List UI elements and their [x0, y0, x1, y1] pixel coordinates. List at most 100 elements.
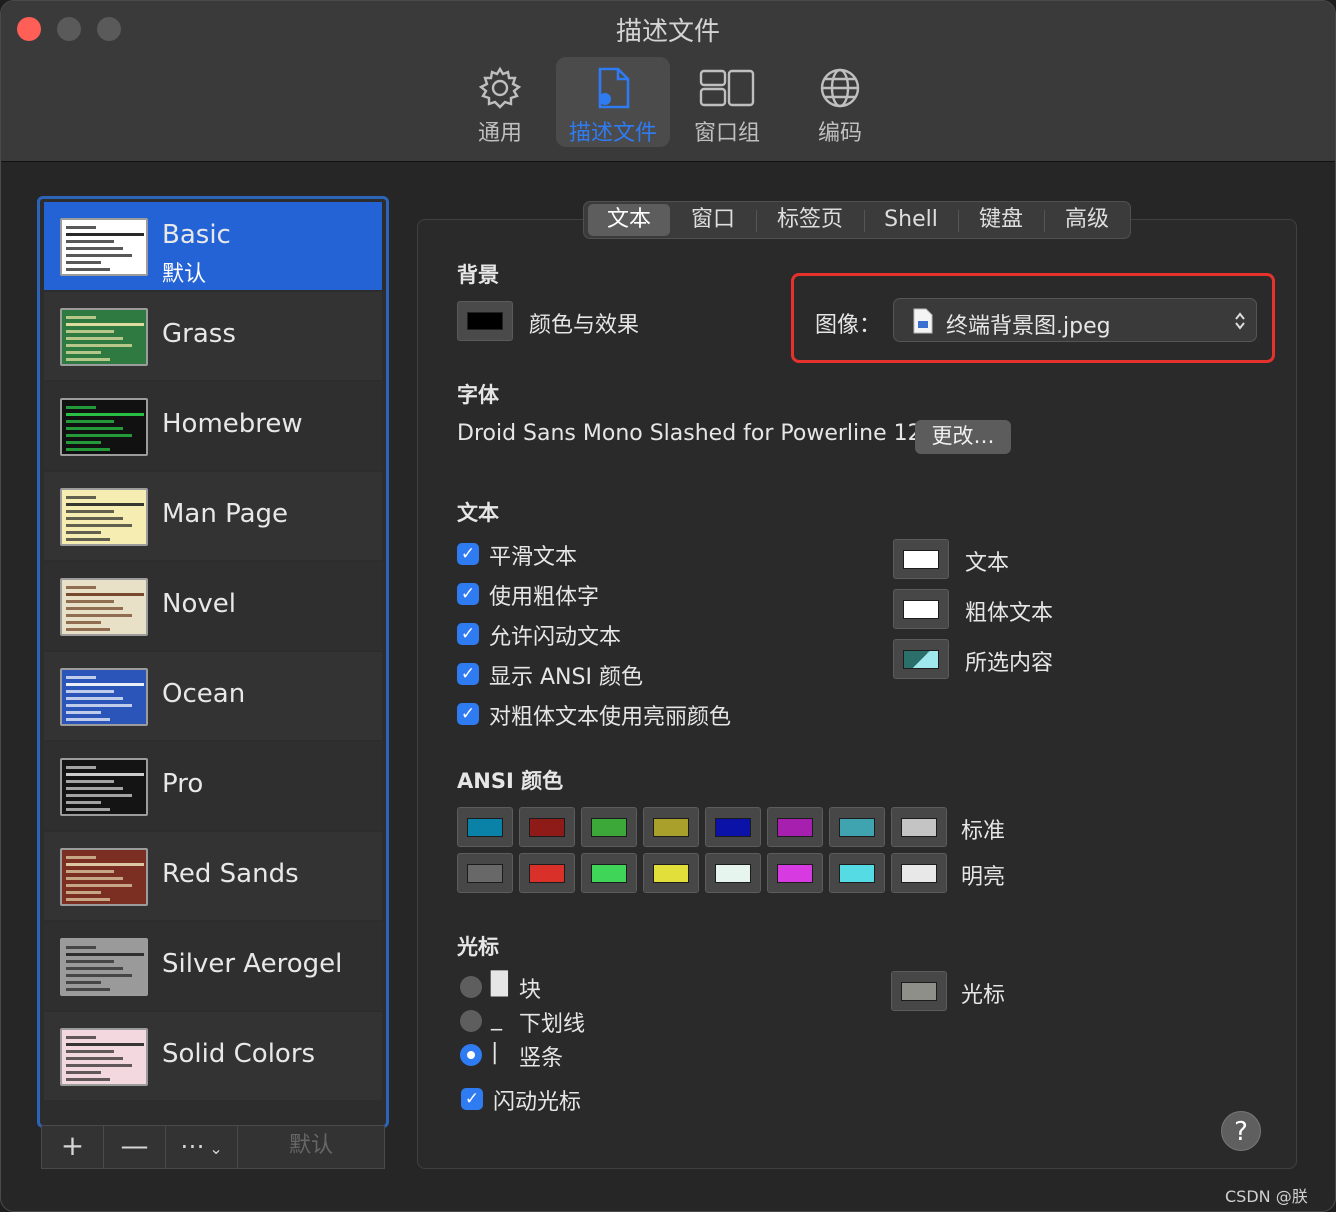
cursor-style-radio[interactable] — [460, 976, 482, 998]
ansi-color-fill — [467, 864, 503, 883]
thumbnail-line — [66, 344, 132, 347]
ansi-normal-swatch[interactable] — [767, 807, 823, 847]
thumbnail-line — [66, 233, 144, 236]
thumbnail-line — [66, 981, 101, 984]
help-button[interactable]: ? — [1221, 1111, 1261, 1151]
thumbnail-line — [66, 1057, 123, 1060]
thumbnail-line — [66, 628, 110, 631]
text-option-checkbox[interactable]: ✓ — [457, 703, 479, 725]
cursor-style-label: 下划线 — [519, 1012, 586, 1037]
thumbnail-line — [66, 704, 132, 707]
ansi-bright-swatch[interactable] — [767, 853, 823, 893]
ansi-bright-swatch[interactable] — [519, 853, 575, 893]
tab-advanced[interactable]: 高级 — [1046, 204, 1128, 236]
ansi-normal-swatch[interactable] — [457, 807, 513, 847]
thumbnail-line — [66, 330, 114, 333]
thumbnail-line — [66, 946, 96, 949]
profile-item[interactable]: Red Sands — [44, 832, 382, 920]
profile-item[interactable]: Solid Colors — [44, 1012, 382, 1100]
thumbnail-line — [66, 877, 123, 880]
text-option-checkbox[interactable]: ✓ — [457, 623, 479, 645]
tab-text[interactable]: 文本 — [588, 204, 670, 236]
tab-separator — [1044, 210, 1045, 232]
ansi-normal-swatch[interactable] — [891, 807, 947, 847]
ansi-heading: ANSI 颜色 — [457, 769, 564, 793]
set-default-button[interactable]: 默认 — [238, 1126, 384, 1168]
window-title: 描述文件 — [615, 17, 720, 47]
ansi-color-fill — [777, 818, 813, 837]
remove-profile-button[interactable]: — — [104, 1126, 166, 1168]
thumbnail-line — [66, 697, 123, 700]
tab-separator — [958, 210, 959, 232]
profile-list[interactable]: Basic 默认 Grass Homebrew Man Page Novel Ocean Pr… — [37, 196, 389, 1128]
toolbar-window-groups[interactable]: 窗口组 — [670, 57, 784, 147]
ansi-bright-swatch[interactable] — [705, 853, 761, 893]
ansi-bright-swatch[interactable] — [829, 853, 885, 893]
profile-item[interactable]: Man Page — [44, 472, 382, 560]
more-actions-button[interactable]: ⋯ ⌄ — [166, 1126, 238, 1168]
ansi-bright-label: 明亮 — [961, 865, 1006, 890]
text-option-checkbox[interactable]: ✓ — [457, 583, 479, 605]
profile-thumbnail — [60, 308, 148, 366]
ansi-bright-swatch[interactable] — [581, 853, 637, 893]
thumbnail-line — [66, 690, 114, 693]
tab-shell[interactable]: Shell — [866, 204, 956, 236]
change-font-button[interactable]: 更改… — [915, 420, 1011, 454]
add-profile-button[interactable]: + — [42, 1126, 104, 1168]
profile-item[interactable]: Homebrew — [44, 382, 382, 470]
ansi-normal-swatch[interactable] — [643, 807, 699, 847]
ansi-bright-swatch[interactable] — [643, 853, 699, 893]
text-option-label: 显示 ANSI 颜色 — [489, 665, 643, 690]
cursor-style-radio[interactable] — [460, 1010, 482, 1032]
profile-item[interactable]: Silver Aerogel — [44, 922, 382, 1010]
profile-doc-icon — [598, 67, 630, 109]
tab-tabs[interactable]: 标签页 — [758, 204, 862, 236]
thumbnail-line — [66, 1078, 110, 1081]
text-color-well[interactable] — [893, 639, 949, 679]
cursor-color-label: 光标 — [961, 983, 1006, 1008]
image-file-icon — [913, 308, 933, 334]
text-option-checkbox[interactable]: ✓ — [457, 663, 479, 685]
cursor-heading: 光标 — [457, 935, 499, 959]
profile-item[interactable]: Basic 默认 — [44, 202, 382, 290]
text-color-label: 文本 — [965, 551, 1010, 576]
tab-keyboard[interactable]: 键盘 — [960, 204, 1042, 236]
text-color-well[interactable] — [893, 539, 949, 579]
background-color-label: 颜色与效果 — [529, 313, 640, 338]
ansi-bright-swatch[interactable] — [457, 853, 513, 893]
ansi-normal-swatch[interactable] — [829, 807, 885, 847]
profile-name: Ocean — [162, 679, 246, 709]
text-option-checkbox[interactable]: ✓ — [457, 543, 479, 565]
profile-item[interactable]: Grass — [44, 292, 382, 380]
ansi-normal-swatch[interactable] — [705, 807, 761, 847]
thumbnail-line — [66, 420, 114, 423]
cursor-style-label: 竖条 — [519, 1046, 564, 1071]
thumbnail-line — [66, 441, 101, 444]
ansi-normal-swatch[interactable] — [519, 807, 575, 847]
toolbar-profiles[interactable]: 描述文件 — [556, 57, 670, 147]
profile-item[interactable]: Ocean — [44, 652, 382, 740]
ansi-bright-swatch[interactable] — [891, 853, 947, 893]
profile-item[interactable]: Pro — [44, 742, 382, 830]
cursor-style-label: 块 — [519, 978, 542, 1003]
thumbnail-line — [66, 448, 110, 451]
cursor-style-glyph: █ — [491, 972, 508, 997]
cursor-style-radio[interactable] — [460, 1044, 482, 1066]
profile-item[interactable]: Novel — [44, 562, 382, 650]
thumbnail-line — [66, 967, 123, 970]
ansi-color-fill — [653, 864, 689, 883]
profile-thumbnail — [60, 578, 148, 636]
background-image-popup[interactable]: 终端背景图.jpeg — [893, 298, 1257, 342]
thumbnail-line — [66, 718, 110, 721]
background-color-well[interactable] — [457, 301, 513, 341]
thumbnail-line — [66, 337, 123, 340]
ansi-normal-swatch[interactable] — [581, 807, 637, 847]
blink-cursor-checkbox[interactable]: ✓ — [461, 1088, 483, 1110]
toolbar-general[interactable]: 通用 — [443, 57, 557, 147]
profile-thumbnail — [60, 848, 148, 906]
thumbnail-line — [66, 808, 110, 811]
toolbar-encodings[interactable]: 编码 — [783, 57, 897, 147]
cursor-color-well[interactable] — [891, 971, 947, 1011]
tab-window[interactable]: 窗口 — [672, 204, 754, 236]
text-color-well[interactable] — [893, 589, 949, 629]
